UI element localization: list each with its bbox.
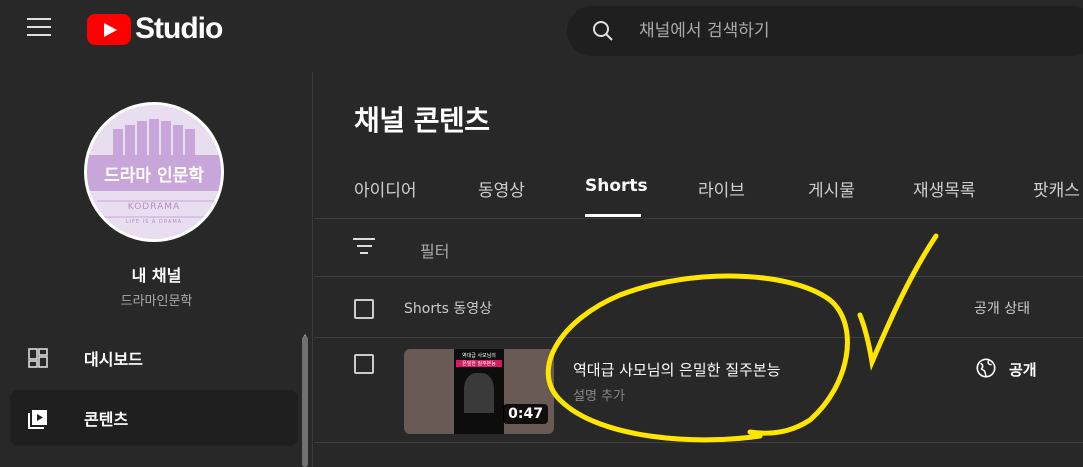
search-bar[interactable] bbox=[567, 6, 1083, 56]
tab-videos[interactable]: 동영상 bbox=[478, 176, 525, 201]
globe-icon bbox=[976, 358, 996, 378]
tab-playlists[interactable]: 재생목록 bbox=[913, 176, 976, 201]
page-title: 채널 콘텐츠 bbox=[354, 104, 490, 137]
table-row[interactable]: 역대급 사모님의 은밀한 질주본능 0:47 역대급 사모님의 은밀한 질주본능… bbox=[314, 339, 1083, 443]
thumbnail-figure bbox=[464, 373, 494, 413]
tab-live[interactable]: 라이브 bbox=[698, 176, 745, 201]
active-tab-indicator bbox=[585, 214, 641, 217]
column-header-visibility[interactable]: 공개 상태 bbox=[974, 298, 1030, 318]
sidebar-item-dashboard[interactable]: 대시보드 bbox=[10, 330, 298, 386]
youtube-studio-logo[interactable]: Studio bbox=[87, 12, 223, 46]
avatar-tagline: LIFE IS A DRAMA bbox=[125, 219, 183, 225]
tab-posts[interactable]: 게시물 bbox=[808, 176, 855, 201]
add-description-link[interactable]: 설명 추가 bbox=[573, 385, 625, 404]
video-thumbnail[interactable]: 역대급 사모님의 은밀한 질주본능 0:47 bbox=[404, 349, 554, 434]
channel-handle: 드라마인문학 bbox=[120, 294, 193, 309]
thumbnail-frame: 역대급 사모님의 은밀한 질주본능 bbox=[454, 349, 504, 434]
row-checkbox[interactable] bbox=[354, 354, 374, 374]
thumbnail-text-line2: 은밀한 질주본능 bbox=[456, 360, 502, 367]
sidebar-item-label: 대시보드 bbox=[84, 350, 143, 369]
sidebar-scrollbar[interactable] bbox=[302, 336, 308, 467]
tab-podcasts[interactable]: 팟캐스 bbox=[1033, 176, 1080, 201]
sidebar-item-content[interactable]: 콘텐츠 bbox=[10, 390, 298, 446]
content-tabs: 아이디어 동영상 Shorts 라이브 게시물 재생목록 팟캐스 bbox=[314, 162, 1083, 219]
dashboard-icon bbox=[28, 348, 48, 368]
channel-title: 내 채널 bbox=[131, 266, 182, 285]
logo-text: Studio bbox=[135, 12, 223, 45]
avatar-title: 드라마 인문학 bbox=[104, 166, 204, 186]
filter-icon[interactable] bbox=[352, 238, 376, 258]
avatar-subtitle: KODRAMA bbox=[127, 202, 181, 212]
thumbnail-text-line1: 역대급 사모님의 bbox=[462, 353, 496, 359]
video-title[interactable]: 역대급 사모님의 은밀한 질주본능 bbox=[573, 359, 781, 380]
visibility-status[interactable]: 공개 bbox=[1009, 359, 1037, 380]
content-icon bbox=[28, 410, 47, 429]
duration-badge: 0:47 bbox=[503, 404, 548, 424]
main-content: 채널 콘텐츠 아이디어 동영상 Shorts 라이브 게시물 재생목록 팟캐스 … bbox=[314, 72, 1083, 467]
search-icon[interactable] bbox=[591, 19, 615, 43]
filter-input[interactable]: 필터 bbox=[420, 238, 449, 262]
youtube-play-icon bbox=[87, 13, 131, 45]
avatar[interactable]: 드라마 인문학 KODRAMA LIFE IS A DRAMA bbox=[84, 102, 224, 242]
table-header: Shorts 동영상 공개 상태 bbox=[314, 278, 1083, 338]
sidebar-item-label: 콘텐츠 bbox=[84, 410, 129, 429]
tab-shorts[interactable]: Shorts bbox=[585, 176, 648, 196]
filter-bar: 필터 bbox=[314, 220, 1083, 277]
tab-ideas[interactable]: 아이디어 bbox=[354, 176, 417, 201]
column-header-video[interactable]: Shorts 동영상 bbox=[404, 298, 492, 318]
hamburger-menu-icon[interactable] bbox=[27, 18, 53, 44]
sidebar: 드라마 인문학 KODRAMA LIFE IS A DRAMA 내 채널 드라마… bbox=[0, 72, 313, 467]
top-bar: Studio bbox=[0, 0, 1083, 66]
search-input[interactable] bbox=[639, 6, 1059, 56]
select-all-checkbox[interactable] bbox=[354, 299, 374, 319]
